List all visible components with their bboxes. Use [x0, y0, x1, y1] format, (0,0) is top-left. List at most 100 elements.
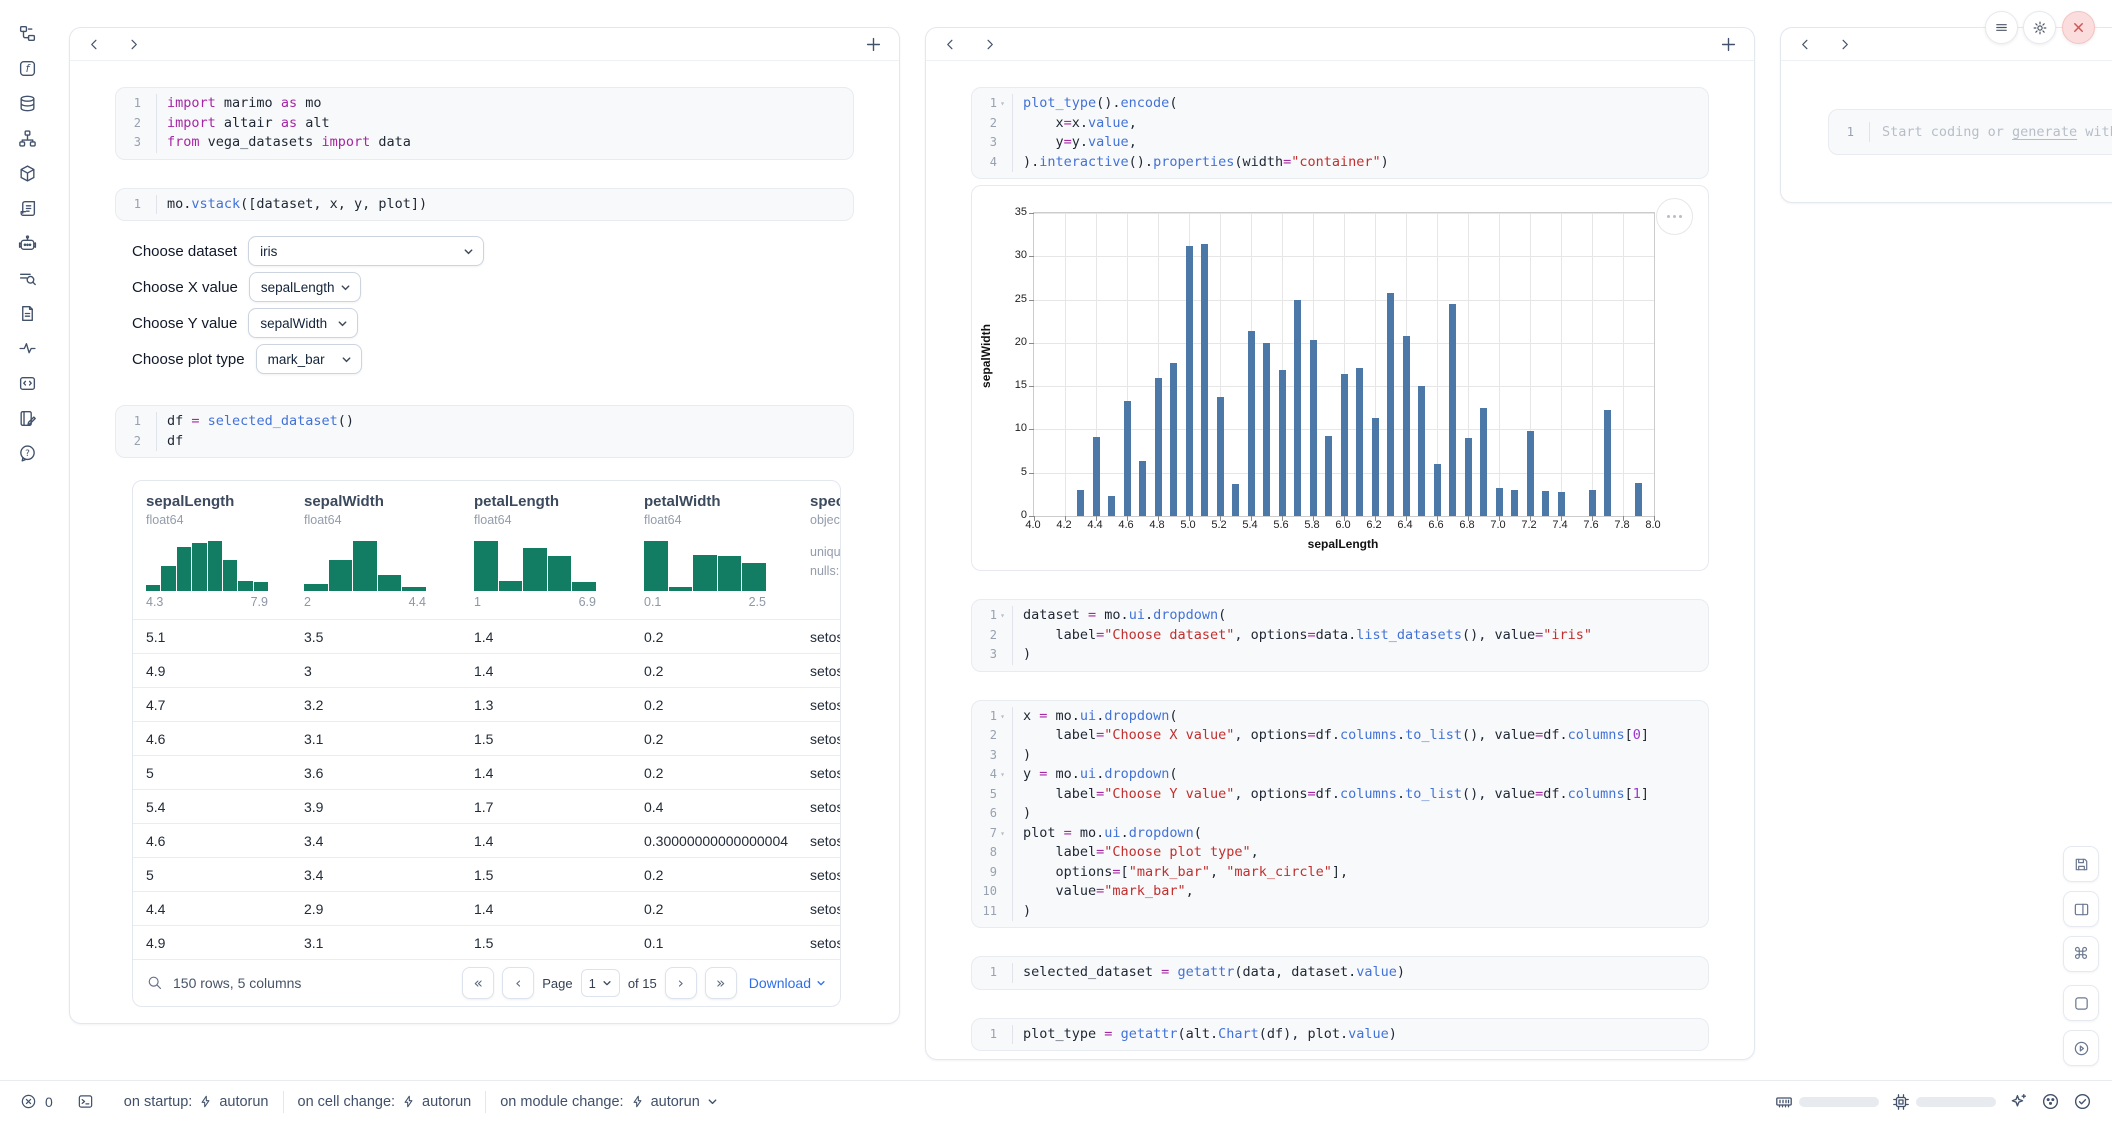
search-icon[interactable]: [147, 975, 163, 991]
code-editor[interactable]: 1▾x = mo.ui.dropdown(2 label="Choose X v…: [971, 700, 1709, 929]
chart-bar: [1635, 483, 1642, 516]
add-cell-button[interactable]: [1721, 37, 1736, 52]
menu-button[interactable]: [1985, 11, 2018, 44]
layout-grid-button[interactable]: [2063, 891, 2099, 927]
empty-cell-editor[interactable]: 1 Start coding or generate with AI: [1828, 109, 2112, 155]
column-header-petalLength[interactable]: petalLengthfloat6416.9: [461, 481, 631, 619]
column-header-species[interactable]: speciesobjectunique:nulls:: [797, 481, 840, 619]
script-icon[interactable]: [16, 199, 38, 218]
search-list-icon[interactable]: [16, 269, 38, 288]
chart-menu-button[interactable]: [1656, 198, 1693, 235]
notebook-edit-icon[interactable]: [16, 409, 38, 428]
line-number: 3: [972, 746, 1013, 766]
column-header-sepalWidth[interactable]: sepalWidthfloat6424.4: [291, 481, 461, 619]
code-editor[interactable]: 1import marimo as mo2import altair as al…: [115, 87, 854, 160]
line-number: 8: [972, 843, 1013, 863]
marimo-app: f ? 1import marimo as mo2import altair a…: [0, 0, 2112, 1122]
code-editor[interactable]: 1selected_dataset = getattr(data, datase…: [971, 956, 1709, 990]
next-page-button[interactable]: ›: [665, 967, 697, 999]
code-editor[interactable]: 1df = selected_dataset()2df: [115, 405, 854, 458]
table-cell: 3: [291, 663, 461, 679]
choose-y-value-select[interactable]: sepalWidth: [248, 308, 358, 338]
function-icon[interactable]: f: [16, 59, 38, 78]
fold-chevron-icon[interactable]: ▾: [997, 765, 1008, 785]
chevron-left-icon[interactable]: [1799, 38, 1812, 51]
memory-icon: [1775, 1093, 1793, 1111]
document-icon[interactable]: [16, 304, 38, 323]
add-cell-button[interactable]: [866, 37, 881, 52]
command-palette-button[interactable]: ⌘: [2063, 936, 2099, 972]
column-histogram: [474, 541, 596, 591]
help-icon[interactable]: ?: [16, 444, 38, 463]
status-bar: 0 on startup: autorun on cell change: au…: [0, 1080, 2112, 1122]
error-indicator[interactable]: [20, 1093, 37, 1110]
svg-text:f: f: [25, 63, 31, 75]
table-cell: 3.1: [291, 731, 461, 747]
line-number: 6: [972, 804, 1013, 824]
status-bar-right: [1775, 1092, 2092, 1111]
connection-status-button[interactable]: [2073, 1092, 2092, 1111]
chevron-left-icon[interactable]: [88, 38, 101, 51]
code-editor[interactable]: 1mo.vstack([dataset, x, y, plot]): [115, 188, 854, 222]
on-startup-setting[interactable]: on startup: autorun: [124, 1094, 269, 1110]
ai-sparkle-button[interactable]: [2009, 1092, 2028, 1111]
on-module-change-setting[interactable]: on module change: autorun: [500, 1094, 718, 1110]
column-header-petalWidth[interactable]: petalWidthfloat640.12.5: [631, 481, 797, 619]
fold-chevron-icon[interactable]: ▾: [997, 606, 1008, 626]
table-cell: 1.5: [461, 935, 631, 951]
save-button[interactable]: [2063, 846, 2099, 882]
line-number: 2: [972, 114, 1013, 134]
code-editor[interactable]: 1▾plot_type().encode(2 x=x.value,3 y=y.v…: [971, 87, 1709, 179]
download-button[interactable]: Download: [749, 975, 826, 991]
choose-x-value-select[interactable]: sepalLength: [249, 272, 361, 302]
chevron-right-icon[interactable]: [1838, 38, 1851, 51]
chevron-left-icon[interactable]: [944, 38, 957, 51]
fold-chevron-icon[interactable]: ▾: [997, 707, 1008, 727]
column-histogram: [304, 541, 426, 591]
code-snippet-icon[interactable]: [16, 374, 38, 393]
table-cell: 4.6: [133, 731, 291, 747]
code-editor[interactable]: 1▾dataset = mo.ui.dropdown(2 label="Choo…: [971, 599, 1709, 672]
first-page-button[interactable]: «: [462, 967, 494, 999]
table-row: 4.931.40.2setosa: [133, 653, 840, 687]
column-header-sepalLength[interactable]: sepalLengthfloat644.37.9: [133, 481, 291, 619]
feedback-button[interactable]: [2041, 1092, 2060, 1111]
terminal-button[interactable]: [77, 1093, 94, 1110]
choose-dataset-select[interactable]: iris: [248, 236, 484, 266]
table-cell: 0.30000000000000004: [631, 833, 797, 849]
sitemap-icon[interactable]: [16, 129, 38, 148]
package-icon[interactable]: [16, 164, 38, 183]
close-button[interactable]: [2062, 11, 2095, 44]
activity-icon[interactable]: [16, 339, 38, 358]
run-button[interactable]: [2063, 1030, 2099, 1066]
x-tick-label: 5.0: [1180, 519, 1195, 531]
table-cell: 4.9: [133, 663, 291, 679]
scratchpad-button[interactable]: [2063, 985, 2099, 1021]
table-cell: 3.2: [291, 697, 461, 713]
file-tree-icon[interactable]: [16, 24, 38, 43]
fold-chevron-icon[interactable]: ▾: [997, 824, 1008, 844]
table-row: 53.61.40.2setosa: [133, 755, 840, 789]
line-number: 4▾: [972, 765, 1013, 785]
choose-plot-type-select[interactable]: mark_bar: [256, 344, 362, 374]
database-icon[interactable]: [16, 94, 38, 113]
fold-chevron-icon[interactable]: ▾: [997, 94, 1008, 114]
table-cell: 3.6: [291, 765, 461, 781]
settings-button[interactable]: [2023, 11, 2056, 44]
chart-bar: [1434, 464, 1441, 516]
generate-link[interactable]: generate: [2012, 124, 2077, 140]
last-page-button[interactable]: »: [705, 967, 737, 999]
chevron-right-icon[interactable]: [983, 38, 996, 51]
table-cell: 4.4: [133, 901, 291, 917]
page-select[interactable]: 1: [581, 969, 620, 997]
table-summary: 150 rows, 5 columns: [173, 975, 301, 991]
chart-bar: [1418, 386, 1425, 516]
table-cell: setosa: [797, 731, 840, 747]
chevron-right-icon[interactable]: [127, 38, 140, 51]
code-editor[interactable]: 1plot_type = getattr(alt.Chart(df), plot…: [971, 1018, 1709, 1052]
on-cell-change-setting[interactable]: on cell change: autorun: [298, 1094, 472, 1110]
chatbot-icon[interactable]: [16, 234, 38, 253]
chart-bar: [1310, 340, 1317, 516]
table-cell: 1.4: [461, 901, 631, 917]
previous-page-button[interactable]: ‹: [502, 967, 534, 999]
